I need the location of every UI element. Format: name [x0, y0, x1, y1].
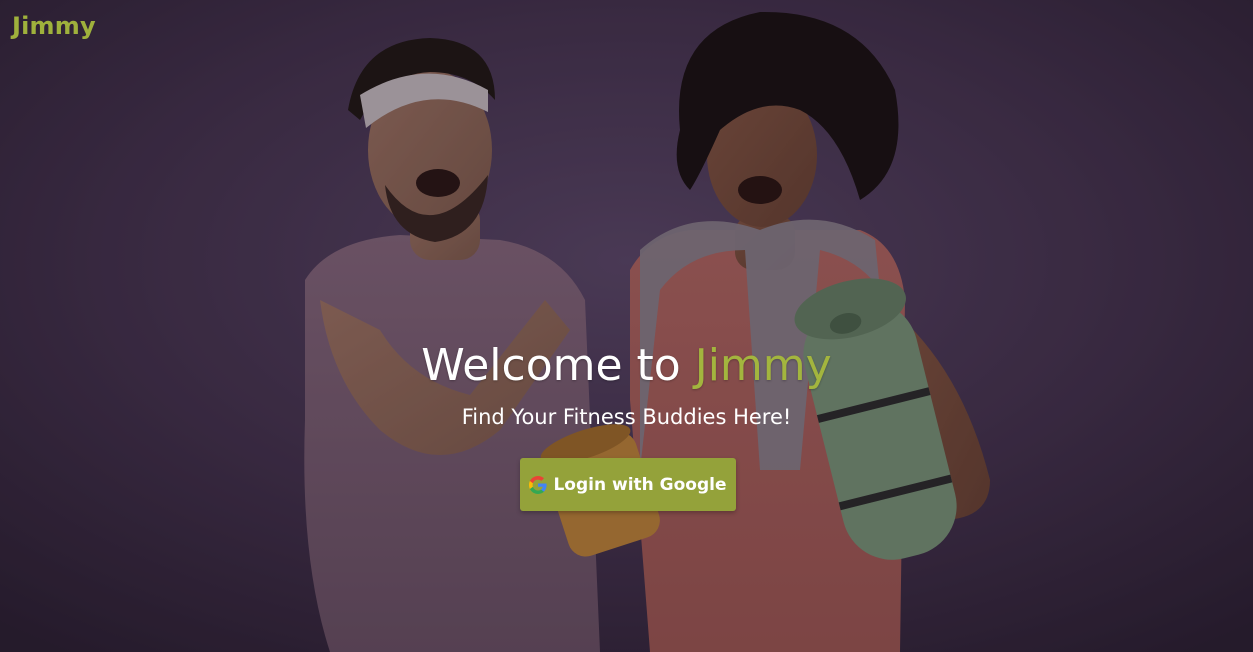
login-button-label: Login with Google [553, 474, 727, 495]
hero-tagline: Find Your Fitness Buddies Here! [461, 405, 792, 429]
brand-logo[interactable]: Jimmy [12, 12, 96, 40]
headline-prefix: Welcome to [421, 340, 681, 391]
landing-page: Jimmy Welcome to Jimmy Find Your Fitness… [0, 0, 1253, 652]
hero-headline: Welcome to Jimmy [0, 338, 1253, 394]
headline-brand-accent: Jimmy [694, 340, 832, 391]
login-with-google-button[interactable]: Login with Google [520, 458, 736, 511]
hero-overlay [0, 0, 1253, 652]
hero-content: Welcome to Jimmy Find Your Fitness Buddi… [0, 338, 1253, 430]
google-icon [529, 475, 548, 494]
